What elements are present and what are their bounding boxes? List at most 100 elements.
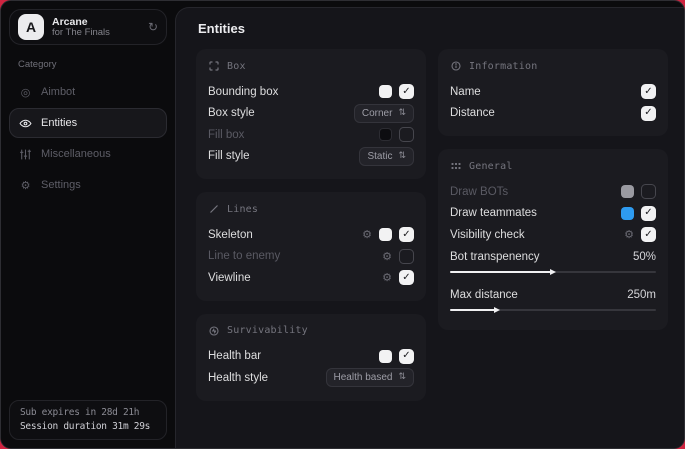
grid-dots-icon	[450, 160, 462, 172]
check-icon: ✓	[402, 351, 410, 361]
refresh-icon[interactable]: ↻	[148, 20, 158, 34]
section-title: Lines	[227, 204, 258, 215]
check-icon: ✓	[402, 230, 410, 240]
color-swatch[interactable]	[621, 207, 634, 220]
color-swatch[interactable]	[621, 185, 634, 198]
setting-label: Draw teammates	[450, 207, 537, 219]
right-column: Information Name ✓ Distance	[438, 49, 668, 330]
health-style-dropdown[interactable]: Health based ⇅	[326, 368, 414, 387]
gear-icon[interactable]: ⚙	[362, 229, 372, 240]
checkbox[interactable]: ✓	[641, 227, 656, 242]
sidebar-item-label: Aimbot	[41, 86, 75, 98]
section-title: Survivability	[227, 325, 308, 336]
main-panel: Entities Box	[175, 7, 684, 448]
setting-label: Draw BOTs	[450, 186, 508, 198]
gear-icon[interactable]: ⚙	[382, 251, 392, 262]
setting-label: Line to enemy	[208, 250, 280, 262]
setting-label: Bot transpenency	[450, 251, 540, 263]
app-title: Arcane	[52, 16, 110, 28]
setting-row-fill-box: Fill box	[208, 124, 414, 146]
checkbox[interactable]	[399, 249, 414, 264]
setting-row-health-bar: Health bar ✓	[208, 346, 414, 368]
chevrons-up-down-icon: ⇅	[398, 152, 406, 161]
setting-label: Name	[450, 86, 481, 98]
setting-row-skeleton: Skeleton ⚙ ✓	[208, 224, 414, 246]
color-swatch[interactable]	[379, 128, 392, 141]
sidebar-item-aimbot[interactable]: ◎ Aimbot	[9, 77, 167, 107]
app-meta: Arcane for The Finals	[52, 16, 110, 39]
box-style-dropdown[interactable]: Corner ⇅	[354, 104, 414, 123]
color-swatch[interactable]	[379, 85, 392, 98]
sidebar-item-label: Miscellaneous	[41, 148, 111, 160]
sidebar-item-label: Entities	[41, 117, 77, 129]
setting-label: Fill style	[208, 150, 250, 162]
setting-label: Max distance	[450, 289, 518, 301]
check-icon: ✓	[644, 108, 652, 118]
gear-icon[interactable]: ⚙	[382, 272, 392, 283]
check-icon: ✓	[402, 273, 410, 283]
setting-row-fill-style: Fill style Static ⇅	[208, 146, 414, 168]
gear-icon[interactable]: ⚙	[624, 229, 634, 240]
section-title: Box	[227, 61, 246, 72]
slider-thumb[interactable]	[550, 269, 556, 275]
information-section: Information Name ✓ Distance	[438, 49, 668, 136]
bot-transparency-slider[interactable]	[450, 267, 656, 277]
max-distance-slider[interactable]	[450, 305, 656, 315]
sub-expiry-text: Sub expires in 28d 21h	[20, 407, 156, 418]
diagonal-line-icon	[208, 203, 220, 215]
setting-row-line-to-enemy: Line to enemy ⚙	[208, 246, 414, 268]
section-title: Information	[469, 61, 537, 72]
lines-section: Lines Skeleton ⚙ ✓ Line to en	[196, 192, 426, 301]
color-swatch[interactable]	[379, 228, 392, 241]
setting-label: Health bar	[208, 350, 261, 362]
sliders-icon	[19, 148, 32, 161]
checkbox[interactable]: ✓	[399, 84, 414, 99]
gear-icon: ⚙	[19, 179, 32, 192]
dropdown-value: Static	[367, 151, 392, 162]
sidebar-item-settings[interactable]: ⚙ Settings	[9, 170, 167, 200]
setting-label: Health style	[208, 372, 268, 384]
check-icon: ✓	[402, 87, 410, 97]
category-label: Category	[18, 59, 167, 70]
section-title: General	[469, 161, 513, 172]
info-icon	[450, 60, 462, 72]
dropdown-value: Health based	[334, 372, 393, 383]
checkbox[interactable]: ✓	[399, 270, 414, 285]
setting-label: Viewline	[208, 272, 251, 284]
checkbox[interactable]	[641, 184, 656, 199]
heart-pulse-icon	[208, 325, 220, 337]
setting-row-draw-teammates: Draw teammates ✓	[450, 203, 656, 225]
checkbox[interactable]: ✓	[399, 227, 414, 242]
general-section: General Draw BOTs Draw teammates	[438, 149, 668, 330]
checkbox[interactable]: ✓	[641, 206, 656, 221]
sidebar-nav: ◎ Aimbot Entities Miscellaneo	[9, 77, 167, 200]
setting-row-bot-transparency: Bot transpenency 50%	[450, 247, 656, 277]
sidebar-item-miscellaneous[interactable]: Miscellaneous	[9, 139, 167, 169]
app-subtitle: for The Finals	[52, 28, 110, 39]
app-window: A Arcane for The Finals ↻ Category ◎ Aim…	[0, 0, 685, 449]
app-header-card: A Arcane for The Finals ↻	[9, 9, 167, 45]
slider-value: 250m	[627, 289, 656, 301]
sidebar-item-label: Settings	[41, 179, 81, 191]
setting-row-distance: Distance ✓	[450, 103, 656, 125]
chevrons-up-down-icon: ⇅	[398, 373, 406, 382]
slider-thumb[interactable]	[494, 307, 500, 313]
crosshair-icon: ◎	[19, 86, 32, 99]
box-section: Box Bounding box ✓ Box style	[196, 49, 426, 179]
survivability-section: Survivability Health bar ✓ Health style	[196, 314, 426, 401]
checkbox[interactable]: ✓	[641, 84, 656, 99]
sidebar-item-entities[interactable]: Entities	[9, 108, 167, 138]
checkbox[interactable]	[399, 127, 414, 142]
fill-style-dropdown[interactable]: Static ⇅	[359, 147, 414, 166]
setting-row-name: Name ✓	[450, 81, 656, 103]
subscription-card: Sub expires in 28d 21h Session duration …	[9, 400, 167, 440]
session-duration-text: Session duration 31m 29s	[20, 421, 156, 432]
check-icon: ✓	[644, 208, 652, 218]
color-swatch[interactable]	[379, 350, 392, 363]
sidebar: A Arcane for The Finals ↻ Category ◎ Aim…	[1, 1, 175, 448]
left-column: Box Bounding box ✓ Box style	[196, 49, 426, 401]
setting-row-max-distance: Max distance 250m	[450, 285, 656, 315]
checkbox[interactable]: ✓	[641, 106, 656, 121]
setting-label: Skeleton	[208, 229, 253, 241]
checkbox[interactable]: ✓	[399, 349, 414, 364]
